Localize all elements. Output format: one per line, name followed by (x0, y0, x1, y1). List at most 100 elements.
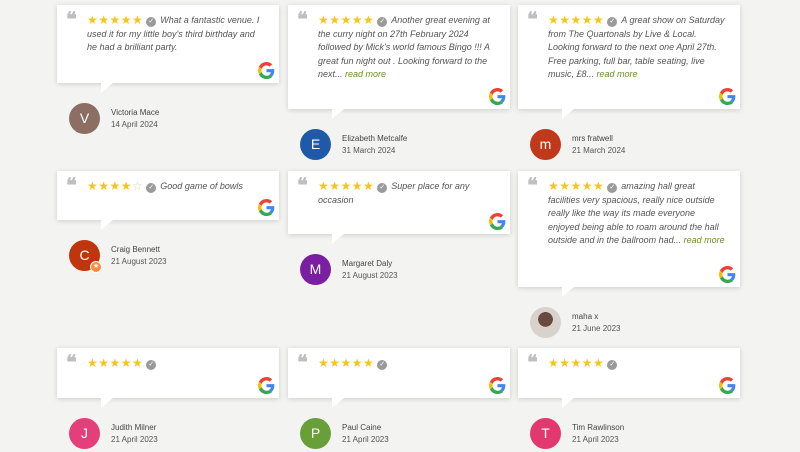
review-text: ★★★★★ ✓ (548, 356, 726, 371)
author-name[interactable]: Margaret Daly (342, 259, 392, 268)
avatar[interactable] (530, 307, 561, 338)
review-bubble: ❝ ★★★★★ ✓ amazing hall great facilities ve… (518, 171, 740, 297)
review-date: 21 August 2023 (111, 257, 167, 266)
author-name[interactable]: Victoria Mace (111, 108, 159, 117)
review-text-content: Good game of bowls (160, 181, 243, 191)
author-name[interactable]: Paul Caine (342, 423, 381, 432)
review-bubble: ❝ ★★★★★ ✓ What a fantastic venue. I used i… (57, 5, 279, 93)
empty-star-icon: ☆ (132, 179, 144, 193)
review-bubble: ❝ ★★★★★ ✓ Another great evening at the cur… (288, 5, 510, 119)
review-date: 21 April 2023 (342, 435, 389, 444)
avatar[interactable]: m (530, 129, 561, 160)
review-bubble: ❝ ★★★★★ ✓ Super place for any occasion (288, 171, 510, 244)
quote-icon: ❝ (66, 173, 77, 197)
author-name[interactable]: Craig Bennett (111, 245, 160, 254)
verified-check-icon: ✓ (607, 17, 618, 27)
google-g-icon (719, 377, 736, 394)
avatar[interactable]: C ★ (69, 240, 102, 273)
review-author: P Paul Caine 21 April 2023 (288, 418, 510, 452)
author-name[interactable]: Elizabeth Metcalfe (342, 134, 407, 143)
google-g-icon (489, 213, 506, 230)
review-card: ❝ ★★★★☆ ✓ Good game of bowls C ★ Craig Benn… (57, 171, 279, 274)
verified-check-icon: ✓ (607, 360, 618, 370)
avatar[interactable]: J (69, 418, 100, 449)
review-date: 31 March 2024 (342, 146, 396, 155)
star-rating: ★★★★☆ (87, 179, 144, 193)
review-author: m mrs fratwell 21 March 2024 (518, 129, 740, 163)
review-card: ❝ ★★★★★ ✓ J Judith Milner 21 April 2023 (57, 348, 279, 452)
local-guide-badge-icon: ★ (90, 261, 102, 273)
star-rating: ★★★★★ (548, 356, 605, 370)
google-g-icon (258, 377, 275, 394)
google-g-icon (489, 88, 506, 105)
author-name[interactable]: Tim Rawlinson (572, 423, 624, 432)
avatar[interactable]: V (69, 103, 100, 134)
avatar[interactable]: M (300, 254, 331, 285)
avatar-initial: J (81, 425, 88, 441)
star-rating: ★★★★★ (548, 13, 605, 27)
review-date: 21 April 2023 (572, 435, 619, 444)
review-text: ★★★★★ ✓ (318, 356, 496, 371)
review-text: ★★★★★ ✓ A great show on Saturday from The … (548, 13, 726, 82)
quote-icon: ❝ (297, 173, 308, 197)
avatar-initial: T (541, 425, 550, 441)
author-name[interactable]: mrs fratwell (572, 134, 613, 143)
review-author: C ★ Craig Bennett 21 August 2023 (57, 240, 279, 274)
verified-check-icon: ✓ (607, 183, 618, 193)
star-rating: ★★★★★ (548, 179, 605, 193)
reviews-widget: { "reviews": [ {"text": "What a fantasti… (0, 0, 800, 450)
read-more-link[interactable]: read more (345, 69, 386, 79)
star-rating: ★★★★★ (318, 179, 375, 193)
read-more-link[interactable]: read more (684, 235, 725, 245)
quote-icon: ❝ (527, 350, 538, 374)
quote-icon: ❝ (297, 7, 308, 31)
review-card: ❝ ★★★★★ ✓ A great show on Saturday from Th… (518, 5, 740, 163)
review-text: ★★★★☆ ✓ Good game of bowls (87, 179, 265, 194)
review-card: ❝ ★★★★★ ✓ T Tim Rawlinson 21 April 2023 (518, 348, 740, 452)
quote-icon: ❝ (66, 7, 77, 31)
review-bubble: ❝ ★★★★★ ✓ (518, 348, 740, 408)
star-rating: ★★★★★ (318, 13, 375, 27)
google-g-icon (258, 62, 275, 79)
review-bubble: ❝ ★★★★★ ✓ A great show on Saturday from Th… (518, 5, 740, 119)
quote-icon: ❝ (527, 173, 538, 197)
star-rating: ★★★★★ (318, 356, 375, 370)
google-g-icon (719, 266, 736, 283)
read-more-link[interactable]: read more (597, 69, 638, 79)
review-text: ★★★★★ ✓ Super place for any occasion (318, 179, 496, 207)
review-card: ❝ ★★★★★ ✓ Another great evening at the cur… (288, 5, 510, 163)
quote-icon: ❝ (527, 7, 538, 31)
star-rating: ★★★★★ (87, 13, 144, 27)
quote-icon: ❝ (66, 350, 77, 374)
star-rating: ★★★★★ (87, 356, 144, 370)
review-text: ★★★★★ ✓ (87, 356, 265, 371)
review-text: ★★★★★ ✓ Another great evening at the curry… (318, 13, 496, 82)
avatar-initial: C (79, 247, 90, 263)
review-text: ★★★★★ ✓ amazing hall great facilities very… (548, 179, 726, 248)
review-text: ★★★★★ ✓ What a fantastic venue. I used it … (87, 13, 265, 55)
review-card: ❝ ★★★★★ ✓ What a fantastic venue. I used i… (57, 5, 279, 137)
avatar-initial: V (79, 110, 90, 126)
review-date: 21 March 2024 (572, 146, 626, 155)
avatar-initial: E (310, 136, 321, 152)
review-card: ❝ ★★★★★ ✓ amazing hall great facilities ve… (518, 171, 740, 341)
verified-check-icon: ✓ (146, 183, 157, 193)
review-card: ❝ ★★★★★ ✓ Super place for any occasion M M… (288, 171, 510, 288)
avatar[interactable]: E (300, 129, 331, 160)
review-author: maha x 21 June 2023 (518, 307, 740, 341)
google-g-icon (258, 199, 275, 216)
avatar[interactable]: T (530, 418, 561, 449)
verified-check-icon: ✓ (377, 17, 388, 27)
avatar[interactable]: P (300, 418, 331, 449)
review-author: E Elizabeth Metcalfe 31 March 2024 (288, 129, 510, 163)
verified-check-icon: ✓ (377, 183, 388, 193)
avatar-initial: m (539, 136, 552, 152)
review-author: M Margaret Daly 21 August 2023 (288, 254, 510, 288)
author-name[interactable]: maha x (572, 312, 598, 321)
avatar-initial: P (310, 425, 321, 441)
review-date: 21 June 2023 (572, 324, 621, 333)
google-g-icon (719, 88, 736, 105)
author-name[interactable]: Judith Milner (111, 423, 156, 432)
verified-check-icon: ✓ (146, 360, 157, 370)
verified-check-icon: ✓ (146, 17, 157, 27)
